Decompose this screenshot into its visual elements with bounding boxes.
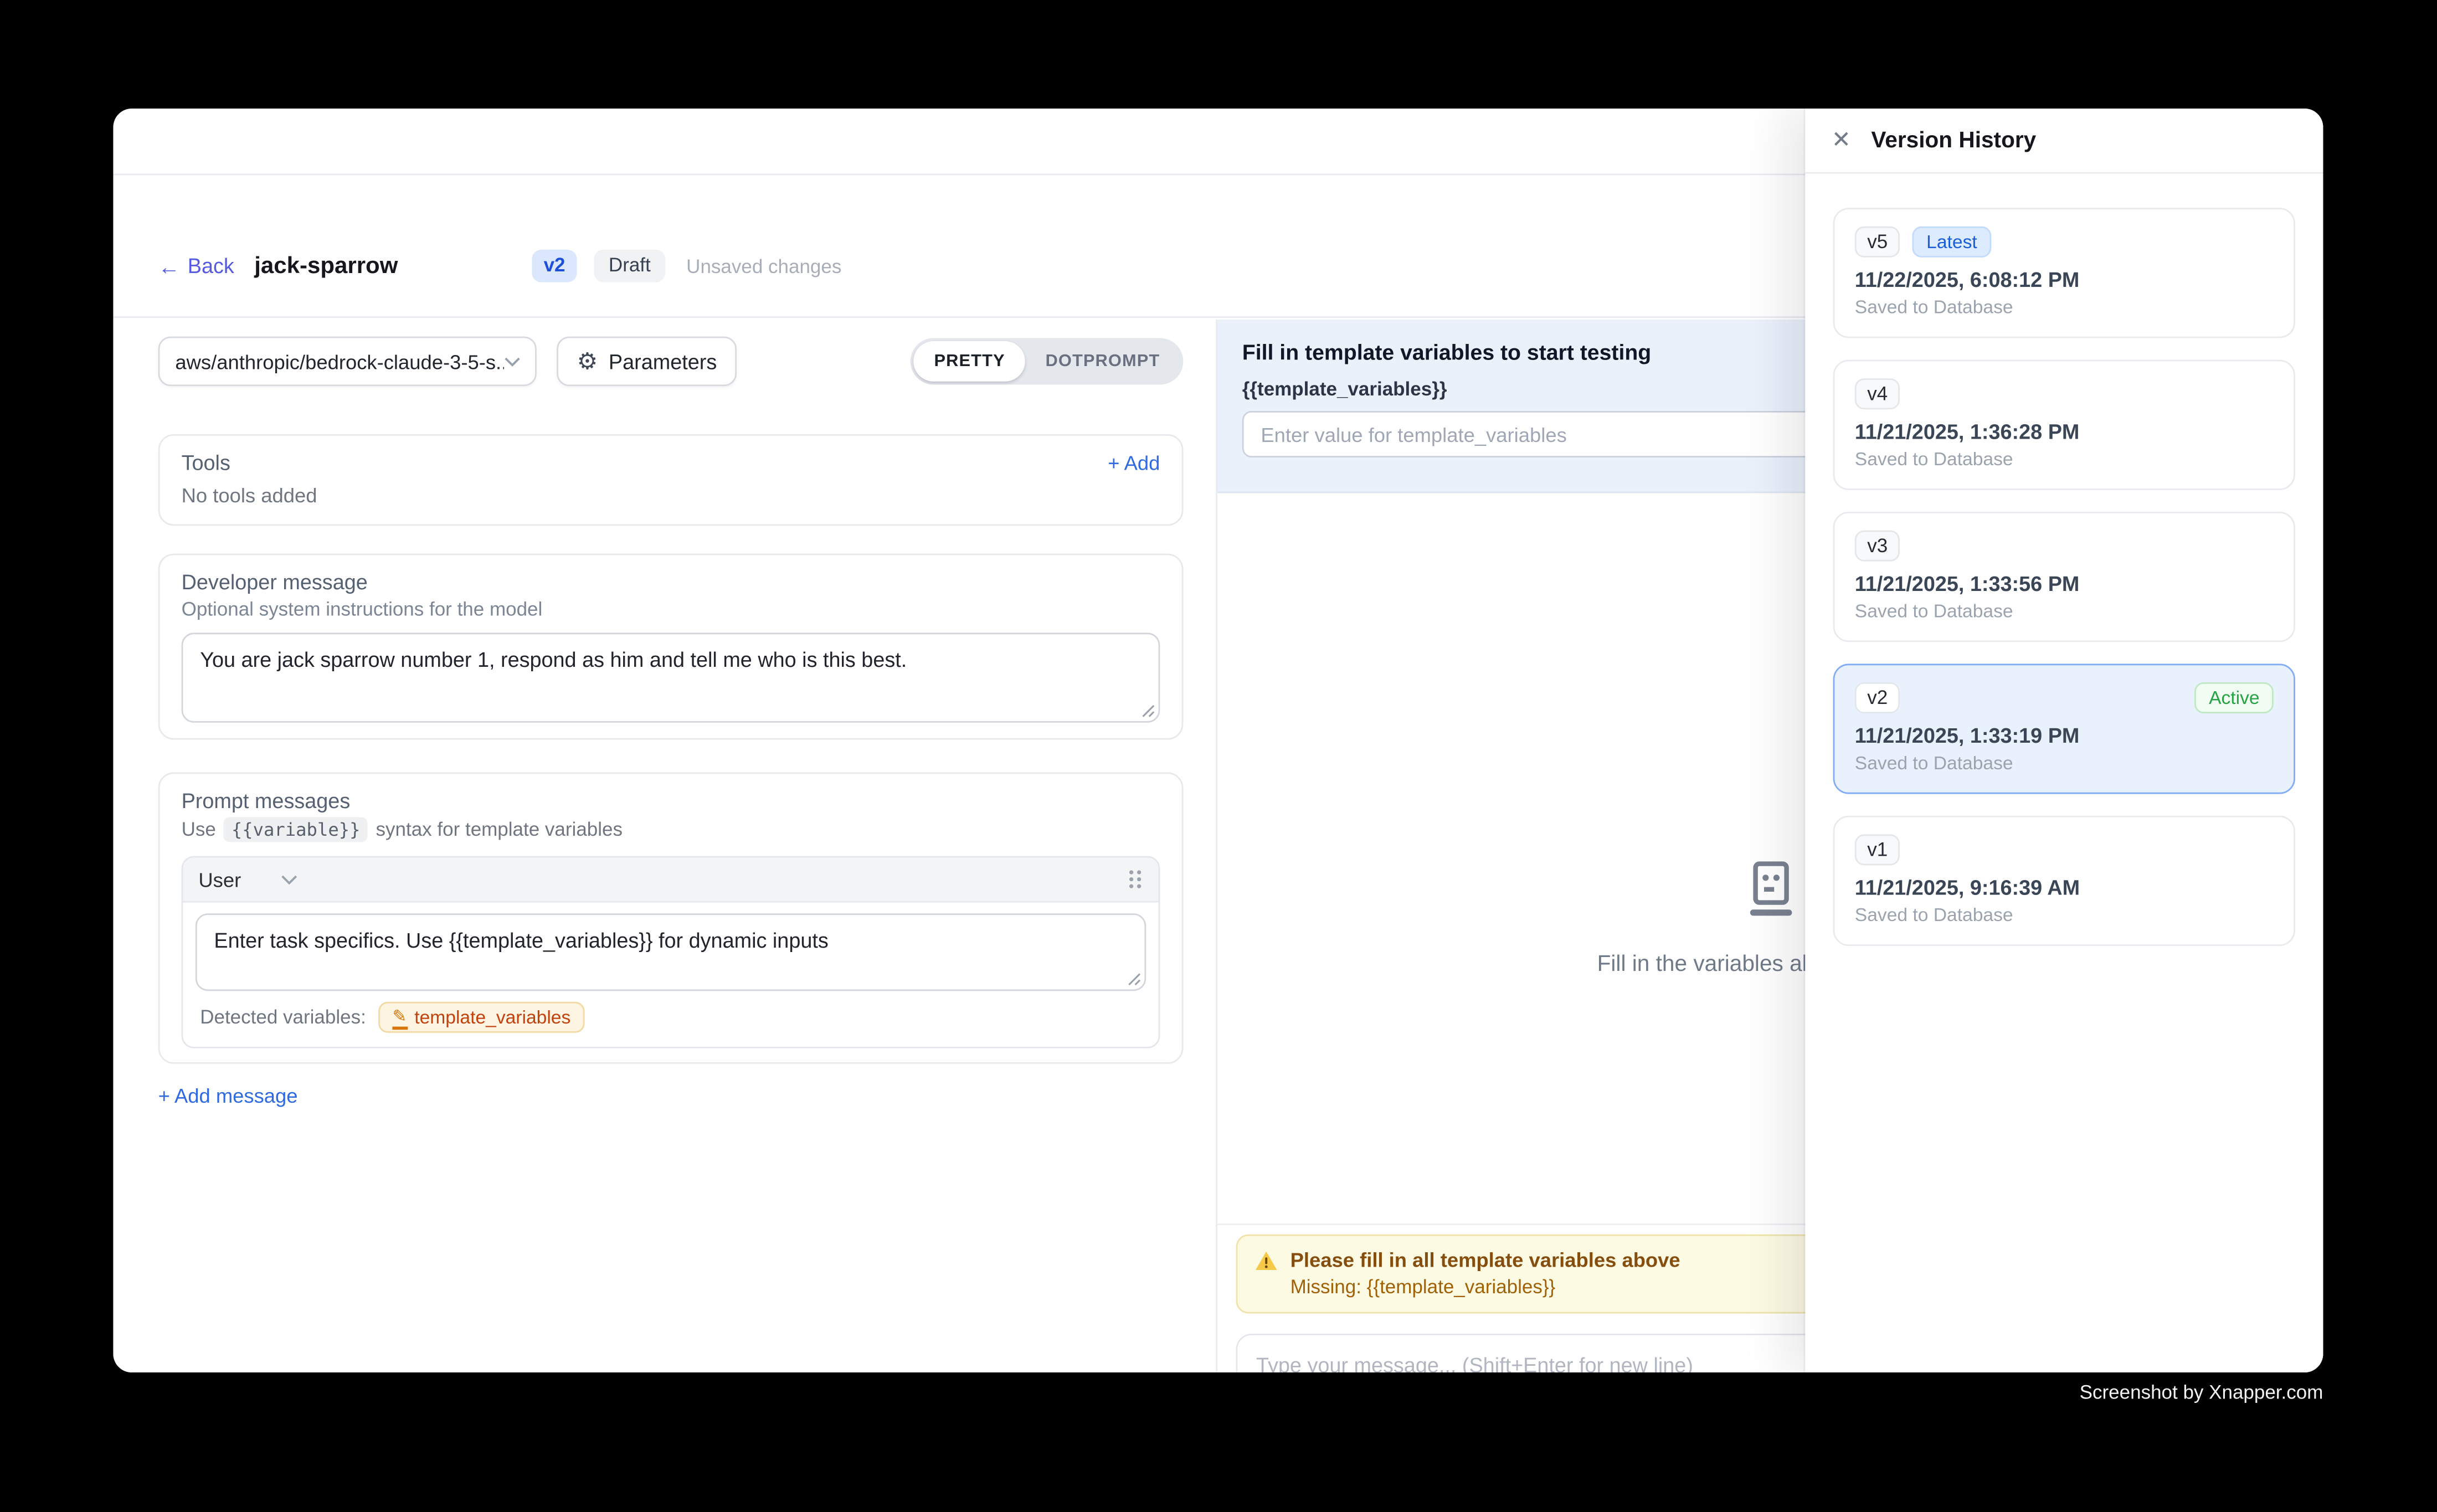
developer-message-section: Developer message Optional system instru… xyxy=(158,554,1184,740)
message-role-value: User xyxy=(198,868,241,891)
toggle-pretty[interactable]: PRETTY xyxy=(914,341,1025,382)
developer-message-subtitle: Optional system instructions for the mod… xyxy=(182,599,1160,620)
prompt-editor-pane: aws/anthropic/bedrock-claude-3-5-s... ⚙ … xyxy=(113,320,1217,1372)
warning-title: Please fill in all template variables ab… xyxy=(1291,1248,1680,1272)
version-storage: Saved to Database xyxy=(1855,600,2274,622)
unsaved-changes-label: Unsaved changes xyxy=(686,255,841,277)
version-timestamp: 11/21/2025, 1:36:28 PM xyxy=(1855,420,2274,444)
toggle-dotprompt[interactable]: DOTPROMPT xyxy=(1025,341,1180,382)
version-card-v3[interactable]: v3 11/21/2025, 1:33:56 PM Saved to Datab… xyxy=(1833,512,2295,642)
variable-chip-label: template_variables xyxy=(414,1006,570,1028)
version-history-title: Version History xyxy=(1871,128,2036,153)
version-number-badge: v3 xyxy=(1855,531,1900,562)
prompt-message-block: User xyxy=(182,856,1160,1048)
tools-title: Tools xyxy=(182,451,230,475)
pencil-icon: ✎ xyxy=(392,1009,407,1026)
version-timestamp: 11/22/2025, 6:08:12 PM xyxy=(1855,268,2274,291)
page-title: jack-sparrow xyxy=(254,253,398,279)
version-history-panel: ✕ Version History v5 Latest 11/22/2025, … xyxy=(1805,109,2323,1372)
app-window: ← Back jack-sparrow v2 Draft Unsaved cha… xyxy=(113,109,2323,1372)
drag-handle-icon[interactable] xyxy=(1128,868,1143,890)
version-card-v4[interactable]: v4 11/21/2025, 1:36:28 PM Saved to Datab… xyxy=(1833,360,2295,490)
detected-variables-row: Detected variables: ✎ template_variables xyxy=(196,1002,1146,1036)
hint-suffix: syntax for template variables xyxy=(376,819,623,840)
developer-message-title: Developer message xyxy=(182,570,1160,594)
version-card-v5[interactable]: v5 Latest 11/22/2025, 6:08:12 PM Saved t… xyxy=(1833,208,2295,338)
version-history-list: v5 Latest 11/22/2025, 6:08:12 PM Saved t… xyxy=(1805,174,2323,946)
back-button[interactable]: ← Back xyxy=(158,254,234,277)
prompt-messages-section: Prompt messages Use {{variable}} syntax … xyxy=(158,772,1184,1063)
gear-icon: ⚙ xyxy=(577,349,598,373)
version-card-v2-active[interactable]: v2 Active 11/21/2025, 1:33:19 PM Saved t… xyxy=(1833,664,2295,794)
latest-badge: Latest xyxy=(1912,227,1991,258)
resize-handle-icon[interactable] xyxy=(1128,973,1142,986)
parameters-label: Parameters xyxy=(609,349,717,373)
variable-syntax-chip: {{variable}} xyxy=(224,817,368,842)
screenshot-stage: ← Back jack-sparrow v2 Draft Unsaved cha… xyxy=(0,0,2437,1512)
model-selector-value: aws/anthropic/bedrock-claude-3-5-s... xyxy=(175,349,504,373)
version-timestamp: 11/21/2025, 1:33:19 PM xyxy=(1855,724,2274,748)
version-storage: Saved to Database xyxy=(1855,752,2274,774)
view-mode-toggle: PRETTY DOTPROMPT xyxy=(911,338,1183,384)
version-storage: Saved to Database xyxy=(1855,296,2274,318)
version-number-badge: v4 xyxy=(1855,378,1900,409)
message-textarea[interactable]: Enter task specifics. Use {{template_var… xyxy=(196,913,1146,991)
chevron-down-icon xyxy=(505,356,521,367)
version-number-badge: v2 xyxy=(1855,682,1900,713)
screenshot-attribution: Screenshot by Xnapper.com xyxy=(0,1382,2323,1403)
active-badge: Active xyxy=(2195,682,2274,713)
parameters-button[interactable]: ⚙ Parameters xyxy=(557,337,737,387)
version-timestamp: 11/21/2025, 1:33:56 PM xyxy=(1855,572,2274,595)
back-label: Back xyxy=(188,254,234,277)
version-number-badge: v1 xyxy=(1855,834,1900,865)
detected-variables-label: Detected variables: xyxy=(200,1006,366,1028)
add-tool-button[interactable]: + Add xyxy=(1108,451,1160,475)
template-variable-chip[interactable]: ✎ template_variables xyxy=(378,1002,584,1033)
resize-handle-icon[interactable] xyxy=(1142,704,1155,718)
model-toolbar: aws/anthropic/bedrock-claude-3-5-s... ⚙ … xyxy=(158,337,1184,387)
warning-icon xyxy=(1255,1249,1278,1271)
version-number-badge: v5 xyxy=(1855,227,1900,258)
model-selector[interactable]: aws/anthropic/bedrock-claude-3-5-s... xyxy=(158,337,537,387)
close-icon[interactable]: ✕ xyxy=(1832,128,1851,152)
prompt-messages-title: Prompt messages xyxy=(182,789,1160,812)
version-storage: Saved to Database xyxy=(1855,904,2274,925)
version-badge: v2 xyxy=(531,250,578,282)
chevron-down-icon xyxy=(281,874,299,885)
version-timestamp: 11/21/2025, 9:16:39 AM xyxy=(1855,876,2274,899)
message-header: User xyxy=(183,857,1158,902)
tools-section: Tools + Add No tools added xyxy=(158,434,1184,526)
hint-prefix: Use xyxy=(182,819,216,840)
status-badge: Draft xyxy=(595,250,665,282)
version-storage: Saved to Database xyxy=(1855,448,2274,470)
message-body: Enter task specifics. Use {{template_var… xyxy=(183,903,1158,1047)
developer-message-textarea[interactable]: You are jack sparrow number 1, respond a… xyxy=(182,632,1160,722)
version-history-header: ✕ Version History xyxy=(1805,109,2323,174)
add-message-button[interactable]: + Add message xyxy=(158,1084,298,1107)
robot-icon xyxy=(1739,859,1801,921)
back-arrow-icon: ← xyxy=(158,255,180,277)
tools-empty-text: No tools added xyxy=(182,484,1160,507)
prompt-syntax-hint: Use {{variable}} syntax for template var… xyxy=(182,817,1160,842)
message-role-selector[interactable]: User xyxy=(198,868,298,891)
version-card-v1[interactable]: v1 11/21/2025, 9:16:39 AM Saved to Datab… xyxy=(1833,816,2295,946)
